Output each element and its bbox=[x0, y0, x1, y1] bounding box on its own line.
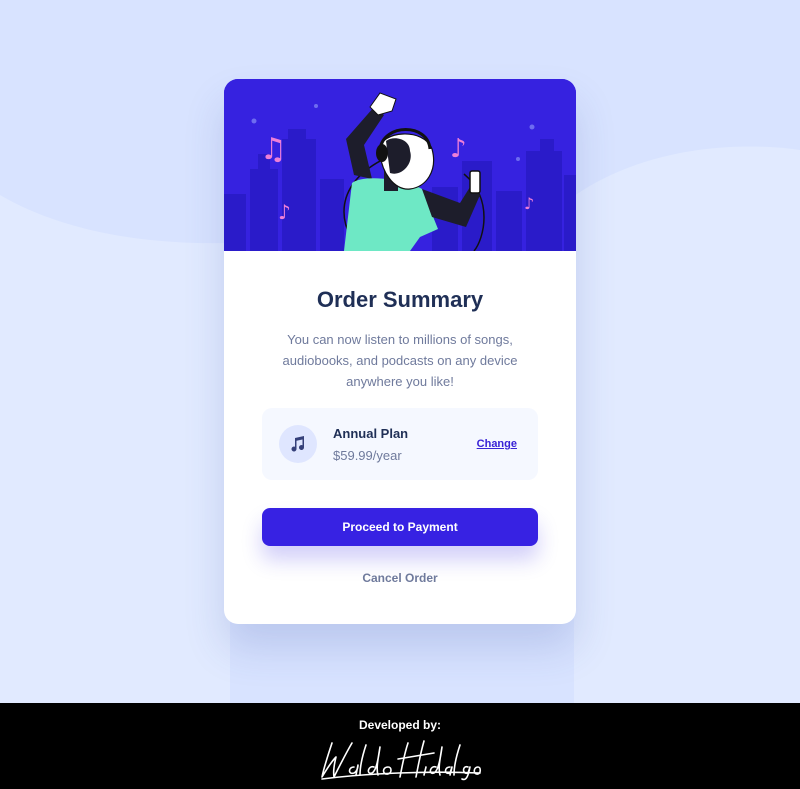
developed-by-label: Developed by: bbox=[358, 718, 442, 732]
proceed-to-payment-button[interactable]: Proceed to Payment bbox=[262, 508, 538, 546]
change-plan-link[interactable]: Change bbox=[477, 438, 517, 450]
footer: Developed by: bbox=[0, 703, 800, 789]
plan-price: $59.99/year bbox=[333, 448, 402, 463]
plan-box: Annual Plan $59.99/year Change bbox=[262, 408, 538, 480]
order-summary-card: ♫ ♪ ♪ ♪ Order Summary You can now listen… bbox=[224, 79, 576, 624]
svg-text:♫: ♫ bbox=[260, 132, 287, 167]
svg-text:♪: ♪ bbox=[278, 200, 291, 224]
signature-logo bbox=[321, 740, 482, 781]
hero-illustration: ♫ ♪ ♪ ♪ bbox=[224, 79, 576, 251]
svg-text:♪: ♪ bbox=[450, 134, 467, 164]
music-note-icon bbox=[279, 425, 317, 463]
page-title: Order Summary bbox=[316, 287, 484, 312]
description-text: You can now listen to millions of songs,… bbox=[282, 332, 518, 389]
cancel-order-button[interactable]: Cancel Order bbox=[224, 570, 576, 586]
svg-text:♪: ♪ bbox=[524, 194, 534, 213]
plan-name: Annual Plan bbox=[333, 426, 409, 441]
